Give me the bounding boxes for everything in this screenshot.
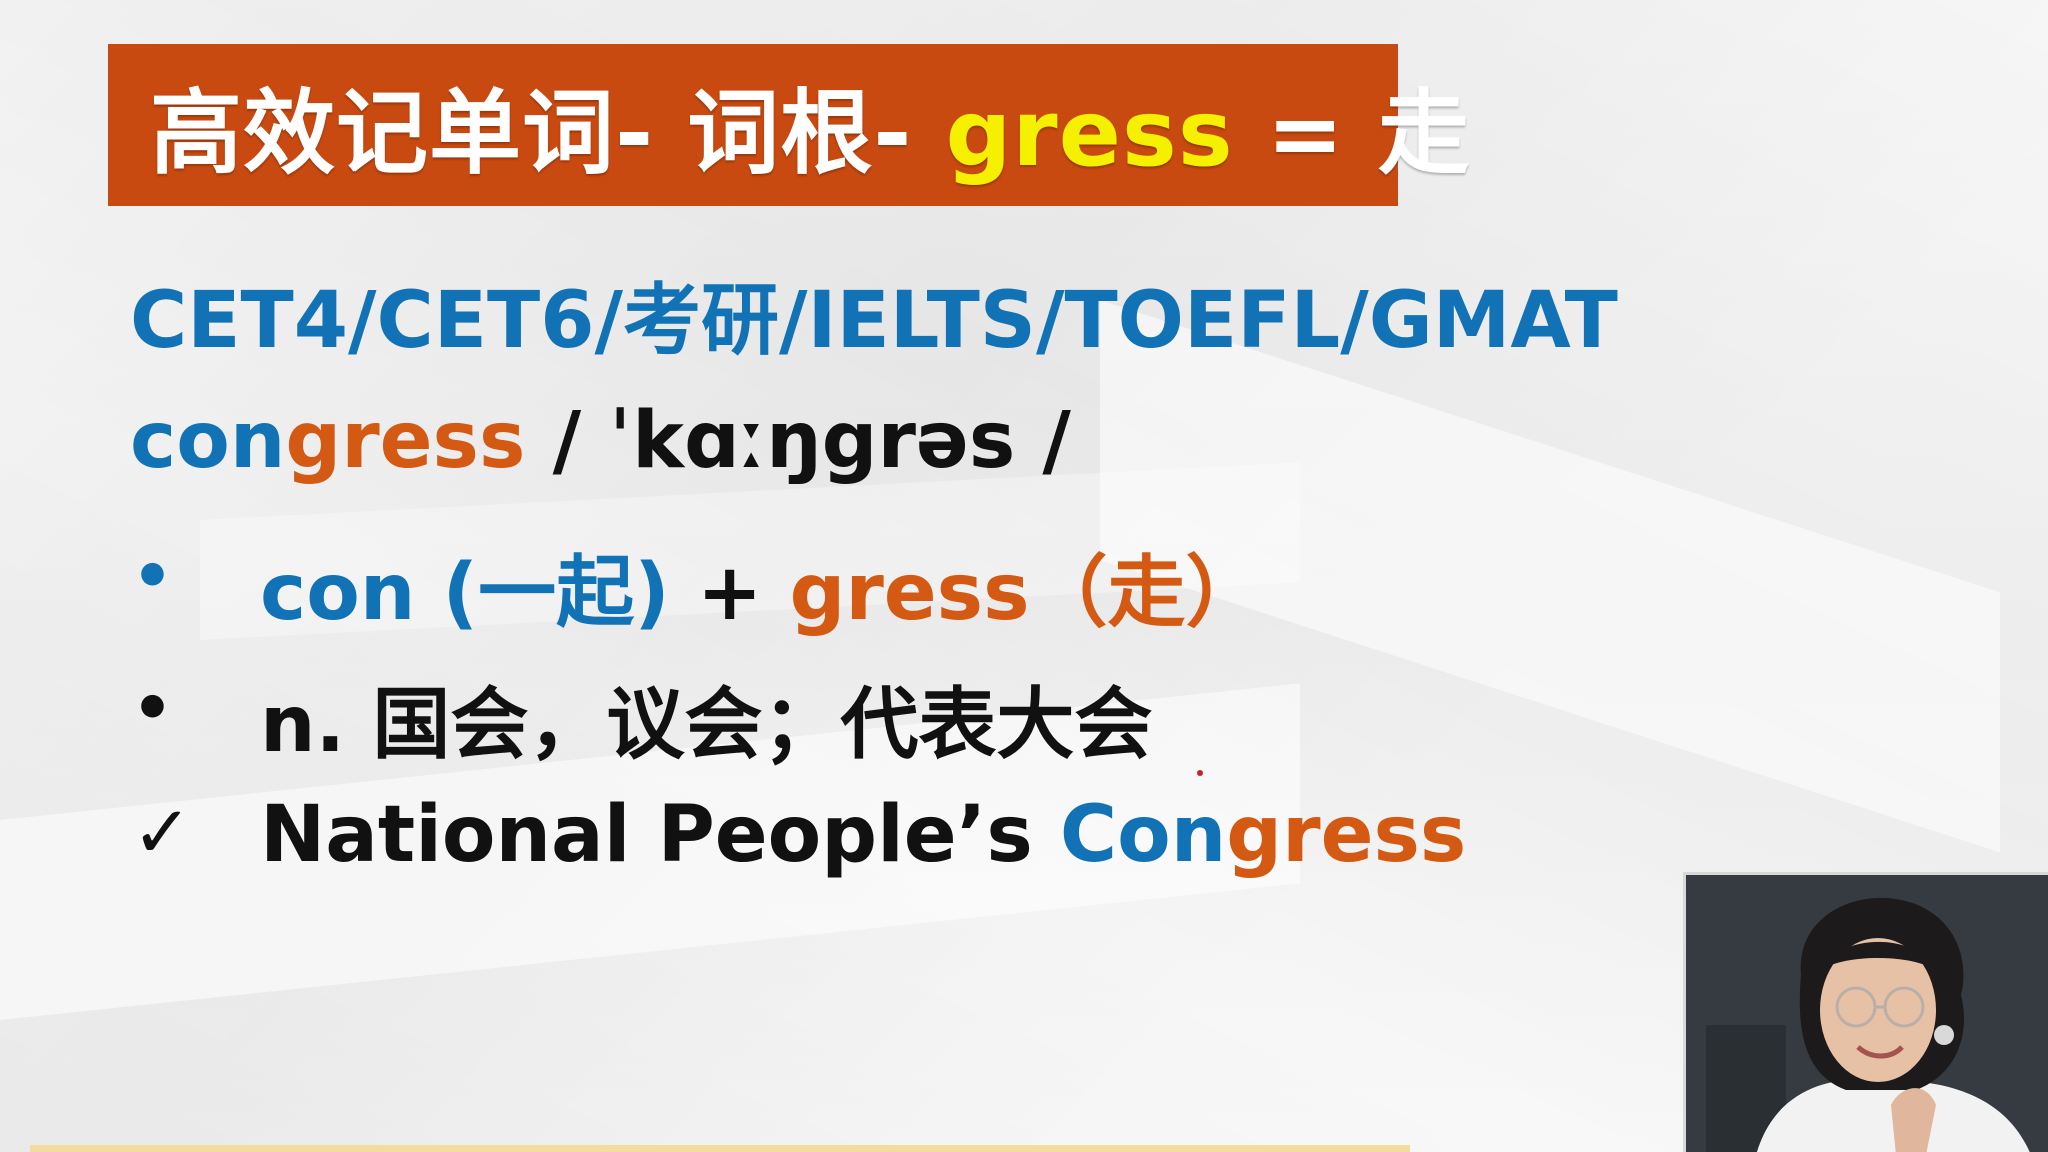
bullet-marker: • [132, 540, 173, 614]
presenter-video-icon [1686, 875, 2048, 1152]
check-icon: ✓ [132, 790, 193, 874]
example-prefix: Con [1059, 790, 1227, 880]
example-root: gress [1226, 790, 1467, 880]
word-line: congress / ˈkɑːŋgrəs / [130, 396, 1071, 486]
word-prefix: con [130, 396, 286, 486]
bullet-marker: • [132, 672, 173, 746]
example-line: National People’s Congress [260, 790, 1466, 880]
word-phonetic: / ˈkɑːŋgrəs / [525, 396, 1071, 486]
slide-title: 高效记单词- 词根- gress = 走 [150, 59, 1471, 192]
etymology-plus: + [696, 548, 790, 638]
title-prefix: 高效记单词- 词根- [150, 79, 946, 187]
laser-pointer-dot [1197, 770, 1203, 776]
slide: 高效记单词- 词根- gress = 走 CET4/CET6/考研/IELTS/… [0, 0, 2048, 1152]
definition-line: n. 国会，议会；代表大会 [260, 680, 1153, 770]
etymology-prefix: con (一起) [260, 548, 697, 638]
word-root: gress [285, 396, 526, 486]
example-text: National People’s [260, 790, 1060, 880]
exam-list: CET4/CET6/考研/IELTS/TOEFL/GMAT [130, 276, 1618, 366]
title-suffix: = 走 [1233, 79, 1471, 187]
webcam-overlay [1683, 872, 2048, 1152]
etymology-root: gress（走） [789, 548, 1264, 638]
title-root-highlight: gress [945, 79, 1234, 187]
bottom-strip [30, 1145, 1410, 1152]
title-bar: 高效记单词- 词根- gress = 走 [108, 44, 1470, 206]
etymology-line: con (一起) + gress（走） [260, 530, 1264, 642]
